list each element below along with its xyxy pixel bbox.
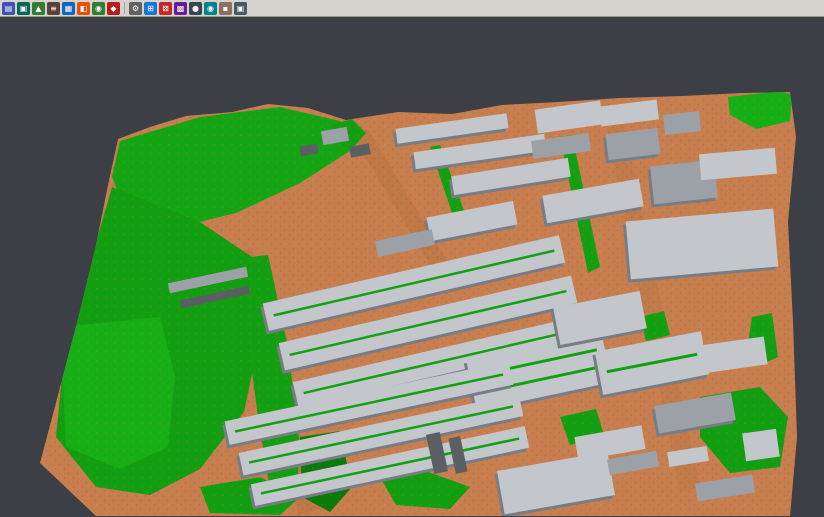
close-view-icon[interactable]: ⊠ bbox=[159, 2, 172, 15]
terrain bbox=[0, 17, 824, 517]
point-cloud-scene bbox=[0, 17, 824, 517]
help-icon[interactable]: ▣ bbox=[234, 2, 247, 15]
toolbar: ▤▣▲≡▦◧◉◆⚙⊞⊠▩●◉▪▣ bbox=[0, 0, 824, 17]
zoom-fit-icon[interactable]: ⊞ bbox=[144, 2, 157, 15]
snapshot-icon[interactable]: ● bbox=[189, 2, 202, 15]
open-file-icon[interactable]: ▤ bbox=[2, 2, 15, 15]
palette-icon[interactable]: ◧ bbox=[77, 2, 90, 15]
building bbox=[663, 111, 701, 135]
terrain-icon[interactable]: ▲ bbox=[32, 2, 45, 15]
web-icon[interactable]: ◉ bbox=[204, 2, 217, 15]
application-window: ▤▣▲≡▦◧◉◆⚙⊞⊠▩●◉▪▣ bbox=[0, 0, 824, 517]
layers-icon[interactable]: ≡ bbox=[47, 2, 60, 15]
building bbox=[742, 429, 780, 461]
toolbar-separator bbox=[124, 2, 125, 14]
save-icon[interactable]: ▣ bbox=[17, 2, 30, 15]
info-icon[interactable]: ▪ bbox=[219, 2, 232, 15]
globe-icon[interactable]: ◉ bbox=[92, 2, 105, 15]
measure-icon[interactable]: ◆ bbox=[107, 2, 120, 15]
grid-icon[interactable]: ▦ bbox=[62, 2, 75, 15]
settings-icon[interactable]: ⚙ bbox=[129, 2, 142, 15]
3d-viewport[interactable] bbox=[0, 17, 824, 517]
texture-icon[interactable]: ▩ bbox=[174, 2, 187, 15]
